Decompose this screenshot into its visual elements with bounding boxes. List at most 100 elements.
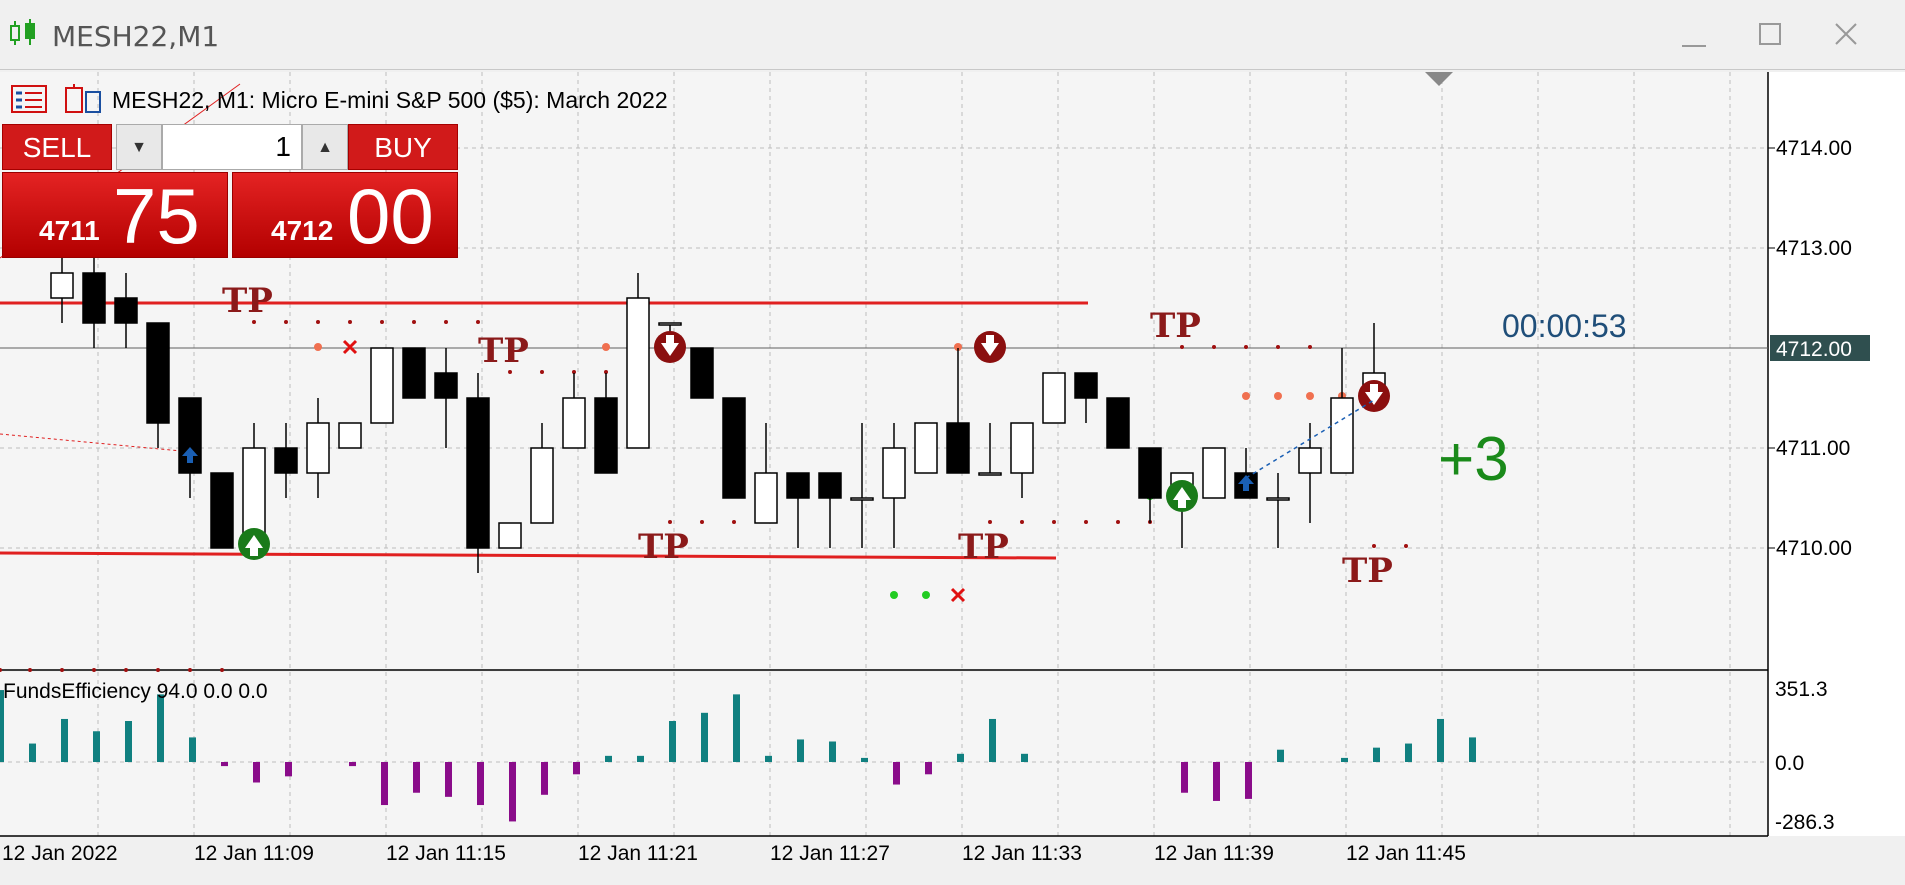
time-tick-label: 12 Jan 11:39 <box>1154 842 1274 865</box>
tp-trail-dot <box>380 320 384 324</box>
time-tick-label: 12 Jan 11:15 <box>386 842 506 865</box>
tp-trail-dot <box>284 320 288 324</box>
histogram-bar-positive <box>1405 743 1412 762</box>
chart-header-text: MESH22, M1: Micro E-mini S&P 500 ($5): M… <box>112 87 668 113</box>
time-tick-label: 12 Jan 11:27 <box>770 842 890 865</box>
bid-price-big: 75 <box>113 172 200 260</box>
histogram-bar-negative <box>221 762 228 767</box>
bullish-candle <box>1042 372 1066 424</box>
bullish-candle <box>882 447 906 499</box>
histogram-bar-positive <box>1373 747 1380 762</box>
histogram-bar-positive <box>1341 757 1348 762</box>
histogram-bar-positive <box>765 755 772 762</box>
histogram-bar-negative <box>925 762 932 775</box>
sell-button[interactable]: SELL <box>2 124 112 170</box>
bullish-candle <box>1298 447 1322 474</box>
bullish-candle <box>914 422 938 474</box>
tp-trail-dot <box>1116 520 1120 524</box>
tp-label: TP <box>958 527 1009 567</box>
bearish-candle <box>402 347 426 399</box>
position-label: +3 <box>1438 425 1509 494</box>
ask-price-big: 00 <box>347 172 434 260</box>
indicator-scale-mid: 0.0 <box>1775 752 1804 775</box>
histogram-bar-negative <box>573 762 580 775</box>
bullish-candle <box>1010 422 1034 474</box>
tp-trail-dot <box>188 668 192 672</box>
bullish-candle <box>562 397 586 449</box>
bearish-candle <box>946 422 970 474</box>
tp-trail-dot <box>124 668 128 672</box>
tp-trail-dot <box>700 520 704 524</box>
histogram-bar-negative <box>541 762 548 795</box>
bearish-candle <box>594 397 618 474</box>
histogram-bar-positive <box>637 755 644 762</box>
tp-trail-dot <box>1020 520 1024 524</box>
histogram-bar-positive <box>1021 753 1028 762</box>
tp-label: TP <box>1150 306 1201 346</box>
histogram-bar-positive <box>797 739 804 762</box>
tp-trail-dot <box>1052 520 1056 524</box>
bearish-candle <box>1106 397 1130 449</box>
tp-trail-dot <box>988 520 992 524</box>
bearish-candle <box>466 397 490 549</box>
bullish-candle <box>338 422 362 449</box>
histogram-bar-negative <box>445 762 452 797</box>
ask-price-small: 4712 <box>271 215 334 246</box>
tp-label: TP <box>638 527 689 567</box>
histogram-bar-negative <box>413 762 420 793</box>
quantity-input[interactable] <box>162 124 302 170</box>
quantity-decrease-button[interactable]: ▼ <box>116 124 162 170</box>
histogram-bar-negative <box>253 762 260 783</box>
price-tick-label: 4713.00 <box>1776 237 1852 260</box>
one-click-trading-panel: SELL ▼ ▲ BUY 4711 75 4712 00 <box>2 124 458 260</box>
tp-trail-dot <box>444 320 448 324</box>
bullish-candle <box>850 497 874 501</box>
quantity-increase-button[interactable]: ▲ <box>302 124 348 170</box>
bullish-candle <box>658 322 682 326</box>
bullish-candle <box>626 297 650 449</box>
histogram-bar-positive <box>61 718 68 762</box>
tp-trail-dot <box>220 668 224 672</box>
bearish-candle <box>722 397 746 499</box>
histogram-bar-negative <box>1245 762 1252 799</box>
histogram-bar-positive <box>957 753 964 762</box>
histogram-bar-positive <box>733 694 740 762</box>
buy-button[interactable]: BUY <box>348 124 458 170</box>
bearish-candle <box>1074 372 1098 399</box>
time-tick-label: 12 Jan 11:45 <box>1346 842 1466 865</box>
time-ticks: 12 Jan 2022 12 Jan 11:09 12 Jan 11:15 12 Ja… <box>2 842 1466 865</box>
time-tick-label: 12 Jan 11:33 <box>962 842 1082 865</box>
tp-trail-dot <box>1308 345 1312 349</box>
histogram-bar-negative <box>477 762 484 806</box>
tp-trail-dot <box>28 668 32 672</box>
entry-dot <box>602 343 610 351</box>
indicator-scale-top: 351.3 <box>1775 678 1828 701</box>
bearish-candle <box>818 472 842 499</box>
bullish-candle <box>1266 497 1290 501</box>
tp-label: TP <box>1342 551 1393 591</box>
histogram-bar-positive <box>605 755 612 762</box>
histogram-bar-positive <box>701 712 708 762</box>
bid-price-small: 4711 <box>39 215 100 246</box>
bullish-candle <box>530 447 554 524</box>
bullish-candle <box>50 272 74 299</box>
bid-price-button[interactable]: 4711 75 <box>2 172 228 260</box>
histogram-bar-positive <box>861 757 868 762</box>
indicator-label: FundsEfficiency 94.0 0.0 0.0 <box>3 680 268 703</box>
histogram-bar-negative <box>285 762 292 777</box>
tp-trail-dot <box>316 320 320 324</box>
bearish-candle <box>114 297 138 324</box>
histogram-bar-positive <box>189 737 196 762</box>
bearish-candle <box>146 322 170 424</box>
ask-price-button[interactable]: 4712 00 <box>232 172 458 260</box>
tp-trail-dot <box>1372 544 1376 548</box>
entry-dot <box>1306 392 1314 400</box>
histogram-bar-negative <box>1181 762 1188 793</box>
bearish-candle <box>210 472 234 549</box>
bearish-candle <box>1138 447 1162 499</box>
tp-trail-dot <box>1404 544 1408 548</box>
histogram-bar-positive <box>669 721 676 762</box>
price-tick-label: 4711.00 <box>1776 437 1850 460</box>
histogram-bar-positive <box>989 718 996 762</box>
bullish-candle <box>498 522 522 549</box>
